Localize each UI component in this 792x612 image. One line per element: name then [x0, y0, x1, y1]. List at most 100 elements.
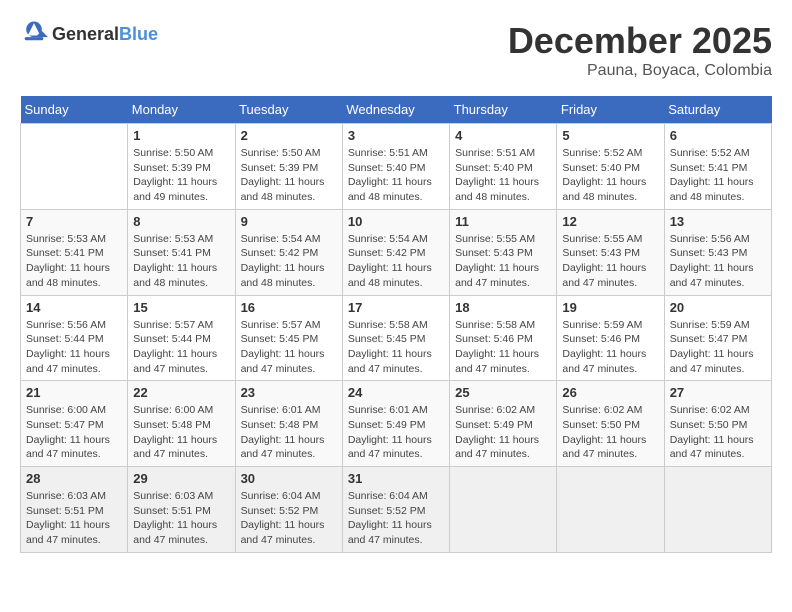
sunrise-text: Sunrise: 6:03 AM	[26, 489, 122, 504]
cell-info: Sunrise: 6:02 AM Sunset: 5:49 PM Dayligh…	[455, 403, 551, 462]
cell-info: Sunrise: 5:52 AM Sunset: 5:41 PM Dayligh…	[670, 146, 766, 205]
day-number: 7	[26, 214, 122, 229]
sunset-text: Sunset: 5:41 PM	[133, 246, 229, 261]
sunset-text: Sunset: 5:42 PM	[348, 246, 444, 261]
cell-info: Sunrise: 6:04 AM Sunset: 5:52 PM Dayligh…	[348, 489, 444, 548]
sunset-text: Sunset: 5:50 PM	[562, 418, 658, 433]
cell-info: Sunrise: 6:02 AM Sunset: 5:50 PM Dayligh…	[670, 403, 766, 462]
cell-info: Sunrise: 5:54 AM Sunset: 5:42 PM Dayligh…	[241, 232, 337, 291]
calendar-cell	[21, 124, 128, 210]
sunset-text: Sunset: 5:40 PM	[562, 161, 658, 176]
calendar-cell: 6 Sunrise: 5:52 AM Sunset: 5:41 PM Dayli…	[664, 124, 771, 210]
sunrise-text: Sunrise: 6:04 AM	[348, 489, 444, 504]
sunset-text: Sunset: 5:39 PM	[241, 161, 337, 176]
sunrise-text: Sunrise: 6:02 AM	[455, 403, 551, 418]
day-number: 12	[562, 214, 658, 229]
sunrise-text: Sunrise: 5:56 AM	[26, 318, 122, 333]
daylight-text: Daylight: 11 hours and 48 minutes.	[455, 175, 551, 204]
sunrise-text: Sunrise: 5:50 AM	[133, 146, 229, 161]
sunrise-text: Sunrise: 5:59 AM	[670, 318, 766, 333]
cell-info: Sunrise: 5:58 AM Sunset: 5:46 PM Dayligh…	[455, 318, 551, 377]
sunrise-text: Sunrise: 5:51 AM	[455, 146, 551, 161]
day-number: 23	[241, 385, 337, 400]
month-title: December 2025	[508, 20, 772, 62]
cell-info: Sunrise: 5:57 AM Sunset: 5:45 PM Dayligh…	[241, 318, 337, 377]
day-number: 11	[455, 214, 551, 229]
cell-info: Sunrise: 5:50 AM Sunset: 5:39 PM Dayligh…	[241, 146, 337, 205]
weekday-header-row: SundayMondayTuesdayWednesdayThursdayFrid…	[21, 96, 772, 124]
cell-info: Sunrise: 6:01 AM Sunset: 5:48 PM Dayligh…	[241, 403, 337, 462]
cell-info: Sunrise: 5:59 AM Sunset: 5:46 PM Dayligh…	[562, 318, 658, 377]
day-number: 9	[241, 214, 337, 229]
weekday-header: Thursday	[450, 96, 557, 124]
daylight-text: Daylight: 11 hours and 49 minutes.	[133, 175, 229, 204]
sunset-text: Sunset: 5:52 PM	[241, 504, 337, 519]
weekday-header: Monday	[128, 96, 235, 124]
sunrise-text: Sunrise: 6:00 AM	[26, 403, 122, 418]
cell-info: Sunrise: 5:50 AM Sunset: 5:39 PM Dayligh…	[133, 146, 229, 205]
calendar-cell: 11 Sunrise: 5:55 AM Sunset: 5:43 PM Dayl…	[450, 209, 557, 295]
calendar-cell	[664, 467, 771, 553]
sunset-text: Sunset: 5:49 PM	[455, 418, 551, 433]
daylight-text: Daylight: 11 hours and 48 minutes.	[348, 261, 444, 290]
cell-info: Sunrise: 5:59 AM Sunset: 5:47 PM Dayligh…	[670, 318, 766, 377]
calendar-cell: 15 Sunrise: 5:57 AM Sunset: 5:44 PM Dayl…	[128, 295, 235, 381]
calendar-cell: 30 Sunrise: 6:04 AM Sunset: 5:52 PM Dayl…	[235, 467, 342, 553]
calendar-week-row: 14 Sunrise: 5:56 AM Sunset: 5:44 PM Dayl…	[21, 295, 772, 381]
calendar-cell: 5 Sunrise: 5:52 AM Sunset: 5:40 PM Dayli…	[557, 124, 664, 210]
sunset-text: Sunset: 5:48 PM	[241, 418, 337, 433]
logo: GeneralBlue	[20, 20, 158, 48]
day-number: 20	[670, 300, 766, 315]
calendar-cell: 16 Sunrise: 5:57 AM Sunset: 5:45 PM Dayl…	[235, 295, 342, 381]
cell-info: Sunrise: 6:04 AM Sunset: 5:52 PM Dayligh…	[241, 489, 337, 548]
sunset-text: Sunset: 5:40 PM	[455, 161, 551, 176]
day-number: 18	[455, 300, 551, 315]
location-title: Pauna, Boyaca, Colombia	[508, 62, 772, 80]
sunrise-text: Sunrise: 5:58 AM	[348, 318, 444, 333]
sunset-text: Sunset: 5:51 PM	[133, 504, 229, 519]
daylight-text: Daylight: 11 hours and 48 minutes.	[26, 261, 122, 290]
weekday-header: Tuesday	[235, 96, 342, 124]
sunset-text: Sunset: 5:39 PM	[133, 161, 229, 176]
sunrise-text: Sunrise: 6:01 AM	[241, 403, 337, 418]
cell-info: Sunrise: 5:56 AM Sunset: 5:44 PM Dayligh…	[26, 318, 122, 377]
logo-text: GeneralBlue	[52, 24, 158, 45]
sunset-text: Sunset: 5:43 PM	[562, 246, 658, 261]
daylight-text: Daylight: 11 hours and 47 minutes.	[26, 433, 122, 462]
daylight-text: Daylight: 11 hours and 47 minutes.	[455, 347, 551, 376]
day-number: 28	[26, 471, 122, 486]
calendar-cell: 25 Sunrise: 6:02 AM Sunset: 5:49 PM Dayl…	[450, 381, 557, 467]
sunset-text: Sunset: 5:42 PM	[241, 246, 337, 261]
calendar-cell: 2 Sunrise: 5:50 AM Sunset: 5:39 PM Dayli…	[235, 124, 342, 210]
cell-info: Sunrise: 6:00 AM Sunset: 5:48 PM Dayligh…	[133, 403, 229, 462]
daylight-text: Daylight: 11 hours and 47 minutes.	[562, 347, 658, 376]
sunset-text: Sunset: 5:52 PM	[348, 504, 444, 519]
cell-info: Sunrise: 5:54 AM Sunset: 5:42 PM Dayligh…	[348, 232, 444, 291]
sunset-text: Sunset: 5:51 PM	[26, 504, 122, 519]
day-number: 27	[670, 385, 766, 400]
daylight-text: Daylight: 11 hours and 48 minutes.	[562, 175, 658, 204]
sunrise-text: Sunrise: 6:01 AM	[348, 403, 444, 418]
cell-info: Sunrise: 6:03 AM Sunset: 5:51 PM Dayligh…	[133, 489, 229, 548]
sunrise-text: Sunrise: 6:03 AM	[133, 489, 229, 504]
day-number: 2	[241, 128, 337, 143]
sunset-text: Sunset: 5:49 PM	[348, 418, 444, 433]
sunrise-text: Sunrise: 5:57 AM	[133, 318, 229, 333]
day-number: 16	[241, 300, 337, 315]
logo-icon	[20, 20, 48, 48]
day-number: 19	[562, 300, 658, 315]
sunrise-text: Sunrise: 5:55 AM	[455, 232, 551, 247]
day-number: 10	[348, 214, 444, 229]
sunrise-text: Sunrise: 5:56 AM	[670, 232, 766, 247]
calendar-cell: 23 Sunrise: 6:01 AM Sunset: 5:48 PM Dayl…	[235, 381, 342, 467]
daylight-text: Daylight: 11 hours and 47 minutes.	[241, 518, 337, 547]
sunset-text: Sunset: 5:44 PM	[26, 332, 122, 347]
cell-info: Sunrise: 5:57 AM Sunset: 5:44 PM Dayligh…	[133, 318, 229, 377]
daylight-text: Daylight: 11 hours and 48 minutes.	[241, 175, 337, 204]
daylight-text: Daylight: 11 hours and 47 minutes.	[348, 347, 444, 376]
calendar-cell: 28 Sunrise: 6:03 AM Sunset: 5:51 PM Dayl…	[21, 467, 128, 553]
calendar-cell: 31 Sunrise: 6:04 AM Sunset: 5:52 PM Dayl…	[342, 467, 449, 553]
calendar-cell: 17 Sunrise: 5:58 AM Sunset: 5:45 PM Dayl…	[342, 295, 449, 381]
sunset-text: Sunset: 5:48 PM	[133, 418, 229, 433]
day-number: 21	[26, 385, 122, 400]
